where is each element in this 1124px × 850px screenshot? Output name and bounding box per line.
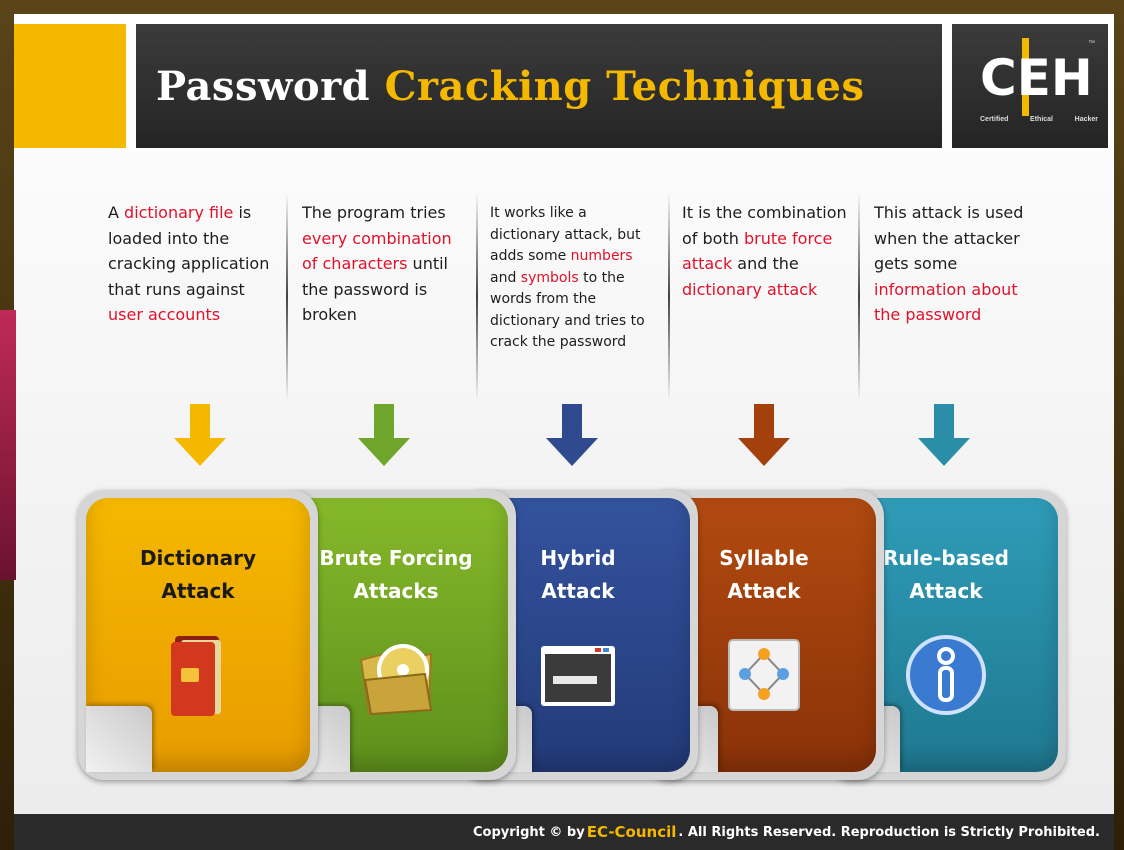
technique-description-5: This attack is used when the attacker ge… xyxy=(874,200,1044,328)
accent-block xyxy=(14,24,126,148)
logo-subtitle: Certified Ethical Hacker xyxy=(980,116,1098,123)
diagram-nodes-icon xyxy=(719,630,809,720)
footer: Copyright © by EC-Council . All Rights R… xyxy=(14,814,1114,850)
column-divider xyxy=(286,192,288,402)
column-divider xyxy=(668,192,670,402)
logo-sub-2: Ethical xyxy=(1030,116,1053,123)
highlight-text: dictionary file xyxy=(124,203,234,222)
logo-tm: ™ xyxy=(1088,40,1095,47)
column-divider xyxy=(476,192,478,402)
disc-folder-icon xyxy=(351,630,441,720)
description-text: and the xyxy=(732,254,799,273)
technique-card-1[interactable]: Dictionary Attack xyxy=(78,490,318,780)
card-title-line: Attack xyxy=(161,579,235,603)
technique-description-2: The program tries every combination of c… xyxy=(302,200,472,328)
technique-description-4: It is the combination of both brute forc… xyxy=(682,200,852,302)
card-title-line: Dictionary xyxy=(139,546,257,570)
page-curl xyxy=(86,706,152,772)
down-arrow-icon xyxy=(546,404,598,466)
title-bar: Password Cracking Techniques xyxy=(136,24,942,148)
logo-sub-3: Hacker xyxy=(1074,116,1098,123)
highlight-text: symbols xyxy=(520,269,579,286)
column-divider xyxy=(858,192,860,402)
description-text: The program tries xyxy=(302,203,446,222)
description-text: A xyxy=(108,203,125,222)
logo-letter-c: C xyxy=(980,49,1017,107)
logo-sub-1: Certified xyxy=(980,116,1009,123)
book-icon xyxy=(153,630,243,720)
down-arrow-icon xyxy=(358,404,410,466)
highlight-text: numbers xyxy=(570,248,633,264)
down-arrow-icon xyxy=(174,404,226,466)
down-arrow-icon xyxy=(738,404,790,466)
footer-brand: EC-Council xyxy=(586,823,677,841)
description-text: and xyxy=(490,269,521,286)
logo-letter-h: H xyxy=(1050,49,1093,107)
logo-letters: C E H xyxy=(980,46,1093,110)
ceh-logo: C E H ™ Certified Ethical Hacker xyxy=(952,24,1108,148)
side-accent xyxy=(0,310,16,580)
title-part1: Password xyxy=(156,62,371,110)
title-part2: Cracking Techniques xyxy=(384,62,865,110)
technique-description-1: A dictionary file is loaded into the cra… xyxy=(108,200,278,328)
footer-suffix: . All Rights Reserved. Reproduction is S… xyxy=(678,824,1100,840)
technique-description-3: It works like a dictionary attack, but a… xyxy=(490,203,660,354)
terminal-window-icon xyxy=(533,630,623,720)
card-title: Dictionary Attack xyxy=(78,542,318,608)
page-title: Password Cracking Techniques xyxy=(156,63,865,110)
highlight-text: information about the password xyxy=(874,279,1018,325)
footer-prefix: Copyright © by xyxy=(472,824,585,840)
description-text: This attack is used when the attacker ge… xyxy=(874,203,1024,273)
logo-letter-e: E xyxy=(1016,49,1051,107)
info-icon xyxy=(901,630,991,720)
highlight-text: dictionary attack xyxy=(682,279,818,299)
highlight-text: user accounts xyxy=(108,305,221,324)
down-arrow-icon xyxy=(918,404,970,466)
